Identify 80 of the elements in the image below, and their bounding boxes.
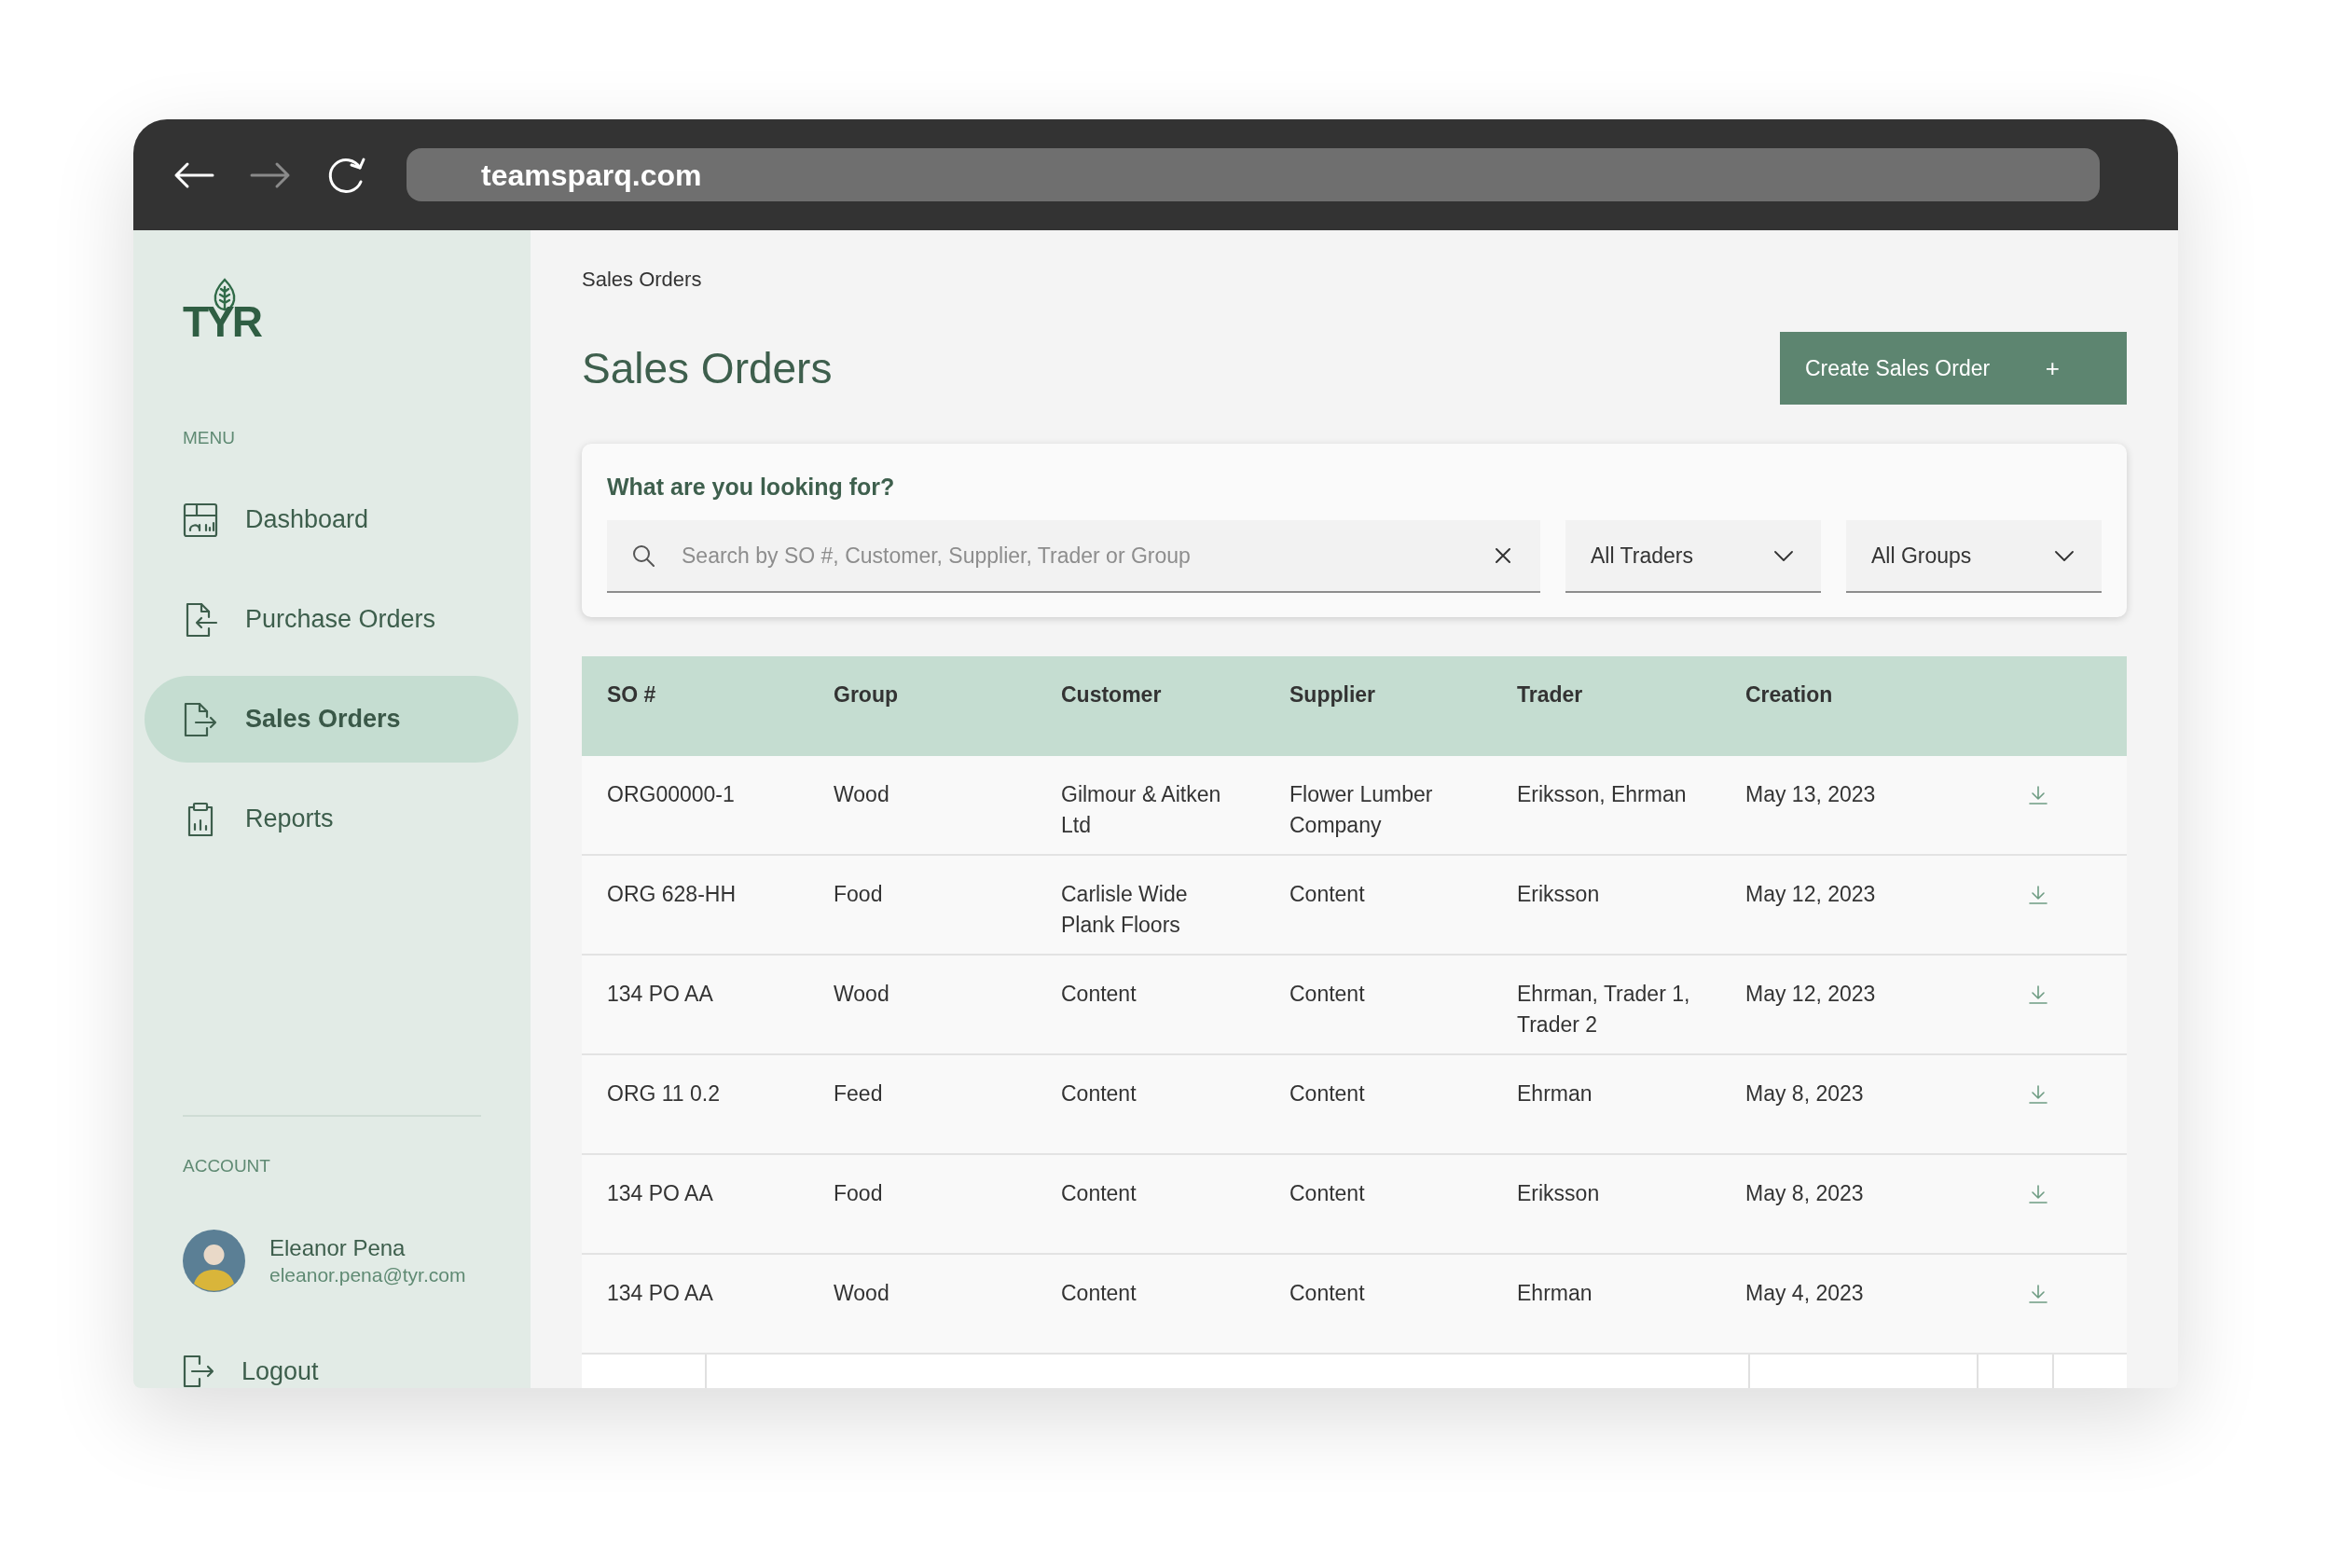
search-icon [632, 544, 655, 567]
table-cell: Content [1289, 982, 1365, 1006]
download-icon[interactable] [2028, 1284, 2048, 1304]
table-cell: Content [1289, 1081, 1365, 1106]
table-cell: May 12, 2023 [1745, 982, 1876, 1006]
table-row[interactable]: 134 PO AA Wood Content Content Ehrman, Trader 1, Trader 2 May 12, 2023 [582, 956, 2127, 1055]
section-label: MENU [183, 427, 236, 450]
sidebar-item[interactable]: Dashboard [145, 476, 518, 564]
section-label: ACCOUNT [183, 1155, 271, 1177]
table-cell: Gilmour & Aitken Ltd [1061, 782, 1221, 837]
document-out-icon [183, 701, 218, 737]
column-header[interactable]: Trader [1517, 682, 1583, 707]
table-cell: Wood [834, 982, 889, 1006]
back-icon[interactable] [173, 160, 214, 189]
table-cell: ORG00000-1 [607, 782, 735, 806]
page-title: Sales Orders [582, 343, 833, 394]
table-cell: Wood [834, 782, 889, 806]
table-cell: Ehrman [1517, 1081, 1593, 1106]
logout-icon [183, 1355, 214, 1388]
table-cell: Food [834, 882, 883, 906]
table-cell: Food [834, 1181, 883, 1205]
table-cell: ORG 628-HH [607, 882, 737, 906]
table-cell: Feed [834, 1081, 883, 1106]
table-cell: Ehrman, Trader 1, Trader 2 [1517, 982, 1690, 1037]
table-cell: Carlisle Wide Plank Floors [1061, 882, 1188, 937]
download-icon[interactable] [2028, 785, 2048, 805]
table-cell: Content [1061, 982, 1137, 1006]
column-header[interactable]: Creation [1745, 682, 1833, 707]
download-icon[interactable] [2028, 1084, 2048, 1105]
table-cell: 134 PO AA [607, 1281, 713, 1305]
table-cell: Content [1061, 1081, 1137, 1106]
table-cell: May 12, 2023 [1745, 882, 1876, 906]
sidebar-item[interactable]: Reports [145, 776, 518, 863]
close-icon[interactable] [1495, 547, 1511, 564]
table-cell: Content [1289, 882, 1365, 906]
filter-dropdown[interactable]: All Traders [1565, 520, 1821, 593]
table-row[interactable]: ORG00000-1 Wood Gilmour & Aitken Ltd Flower Lumber Company Eriksson, Ehrman May 13, 2023 [582, 756, 2127, 856]
user-email: eleanor.pena@tyr.com [269, 1262, 466, 1287]
download-icon[interactable] [2028, 1184, 2048, 1204]
chevron-down-icon [2055, 550, 2074, 561]
table-row[interactable]: 134 PO AA Food Content Content Eriksson May 8, 2023 [582, 1155, 2127, 1255]
table-cell: May 13, 2023 [1745, 782, 1876, 806]
table-row[interactable]: ORG 628-HH Food Carlisle Wide Plank Floors Content Eriksson May 12, 2023 [582, 856, 2127, 956]
logout-button[interactable]: Logout [183, 1355, 319, 1388]
table-cell: 134 PO AA [607, 1181, 713, 1205]
chevron-down-icon [1774, 550, 1793, 561]
breadcrumb[interactable]: Sales Orders [582, 266, 702, 294]
dashboard-icon [183, 502, 218, 538]
sidebar-item[interactable]: Purchase Orders [145, 576, 518, 664]
column-header[interactable]: Customer [1061, 682, 1162, 707]
avatar-icon [183, 1230, 245, 1292]
table-cell: Eriksson [1517, 882, 1600, 906]
table-cell: May 8, 2023 [1745, 1081, 1864, 1106]
table-cell: Eriksson [1517, 1181, 1600, 1205]
table-cell: Eriksson, Ehrman [1517, 782, 1687, 806]
table-cell: Ehrman [1517, 1281, 1593, 1305]
column-header[interactable]: Group [834, 682, 898, 707]
table-cell: ORG 11 0.2 [607, 1081, 721, 1106]
create-sales-order-button[interactable]: Create Sales Order + [1780, 332, 2127, 405]
table-cell: Flower Lumber Company [1289, 782, 1433, 837]
table-cell: May 4, 2023 [1745, 1281, 1864, 1305]
column-header[interactable]: SO # [607, 682, 656, 707]
filter-dropdown[interactable]: All Groups [1846, 520, 2102, 593]
column-header[interactable]: Supplier [1289, 682, 1375, 707]
download-icon[interactable] [2028, 984, 2048, 1005]
address-bar[interactable]: teamsparq.com [407, 148, 2100, 201]
table-cell: Wood [834, 1281, 889, 1305]
table-cell: Content [1061, 1281, 1137, 1305]
table-cell: Content [1061, 1181, 1137, 1205]
download-icon[interactable] [2028, 885, 2048, 905]
user-name: Eleanor Pena [269, 1233, 407, 1262]
search-field[interactable]: Search by SO #, Customer, Supplier, Trader or Group [607, 520, 1540, 593]
table-cell: 134 PO AA [607, 982, 713, 1006]
table-cell: Content [1289, 1181, 1365, 1205]
table-cell: Content [1289, 1281, 1365, 1305]
sidebar-item[interactable]: Sales Orders [145, 676, 518, 763]
logo-text: TYR [183, 300, 260, 343]
search-heading: What are you looking for? [607, 473, 895, 502]
table-cell: May 8, 2023 [1745, 1181, 1864, 1205]
table-row[interactable]: ORG 11 0.2 Feed Content Content Ehrman May 8, 2023 [582, 1055, 2127, 1155]
